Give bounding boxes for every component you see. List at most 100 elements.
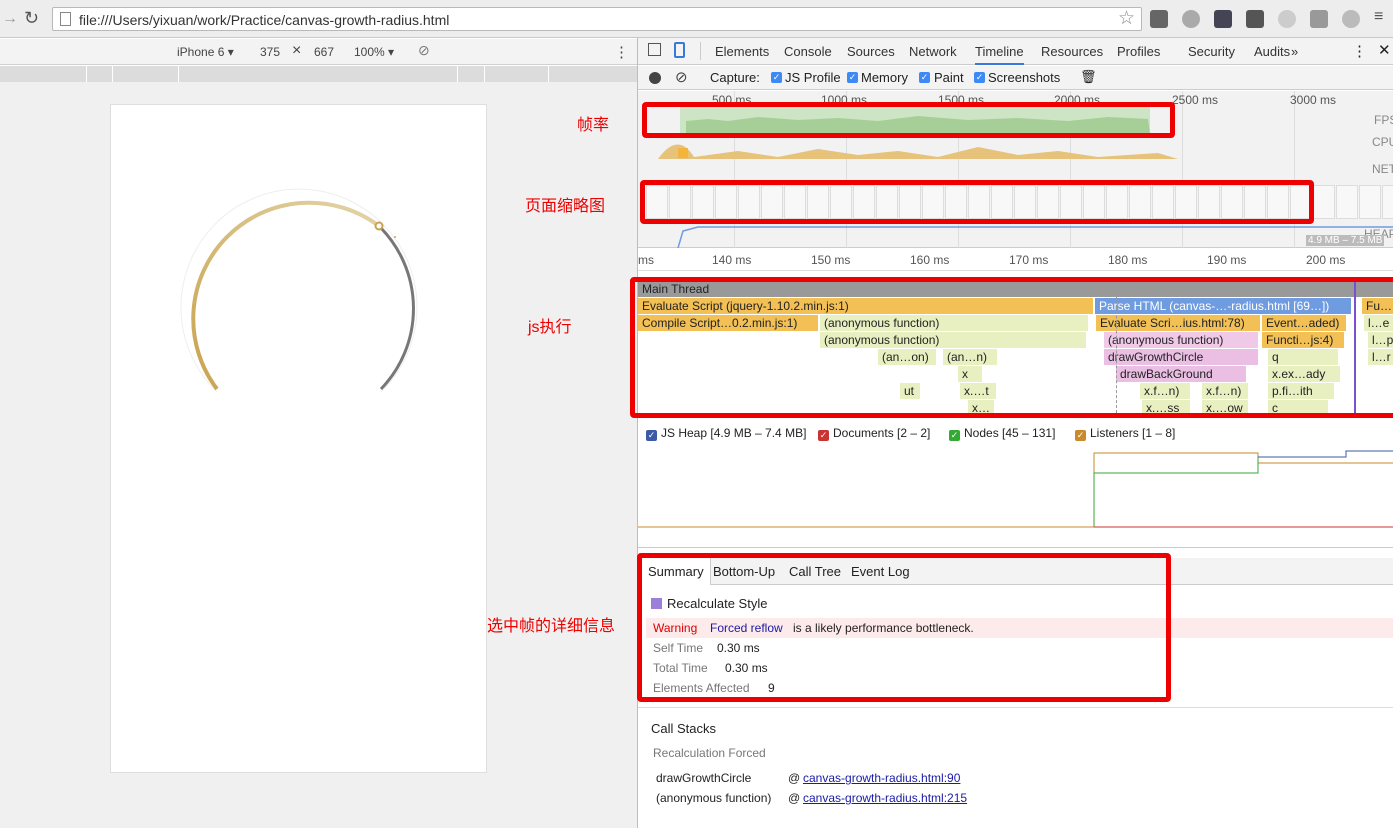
listeners-checkbox[interactable]: ✓ — [1075, 430, 1086, 441]
stack-source-link[interactable]: canvas-growth-radius.html:215 — [803, 791, 967, 805]
tab-sources[interactable]: Sources — [847, 44, 895, 59]
paint-checkbox[interactable]: ✓ — [919, 72, 930, 83]
dimension-times-icon: × — [292, 42, 302, 59]
gold-progress-arc — [191, 200, 381, 391]
more-tabs-icon[interactable]: » — [1291, 44, 1298, 59]
menu-icon[interactable]: ≡ — [1374, 8, 1383, 26]
gear-extension-icon[interactable] — [1342, 10, 1360, 28]
documents-checkbox[interactable]: ✓ — [818, 430, 829, 441]
divider — [700, 42, 701, 60]
device-width[interactable]: 375 — [260, 45, 280, 59]
address-bar[interactable]: file:///Users/yixuan/work/Practice/canva… — [52, 7, 1142, 31]
js-heap-label: JS Heap [4.9 MB – 7.4 MB] — [661, 426, 807, 440]
tab-security[interactable]: Security — [1188, 44, 1235, 59]
detail-highlight-box — [637, 553, 1171, 702]
screenshots-checkbox[interactable]: ✓ — [974, 72, 985, 83]
trash-icon[interactable]: 🗑 — [1080, 69, 1097, 85]
progress-dot — [394, 236, 396, 238]
devtools-menu-icon[interactable]: ⋮ — [1352, 42, 1367, 60]
nodes-checkbox[interactable]: ✓ — [949, 430, 960, 441]
zoom-select[interactable]: 100% ▾ — [354, 45, 394, 59]
globe-extension-icon[interactable] — [1182, 10, 1200, 28]
stack-function: (anonymous function) — [656, 791, 772, 805]
memory-counters: ✓ JS Heap [4.9 MB – 7.4 MB] ✓ Documents [2… — [638, 423, 1393, 443]
filmstrip-frame[interactable] — [1313, 185, 1335, 219]
memory-label: Memory — [861, 70, 908, 85]
annotation-fps: 帧率 — [577, 117, 610, 134]
background-arc — [180, 188, 418, 393]
filmstrip-highlight-box — [640, 180, 1314, 224]
device-name: iPhone 6 — [177, 45, 225, 59]
progress-knob — [374, 221, 384, 231]
stack-function: drawGrowthCircle — [656, 771, 752, 785]
zoom-value: 100% — [354, 45, 385, 59]
device-select[interactable]: iPhone 6 ▾ — [177, 45, 234, 59]
tab-elements[interactable]: Elements — [715, 44, 769, 59]
annotation-detail: 选中帧的详细信息 — [487, 618, 616, 635]
forward-icon[interactable]: → — [2, 10, 18, 28]
growth-radius-canvas — [180, 188, 418, 393]
bookmark-star-icon[interactable]: ☆ — [1118, 7, 1135, 30]
device-toolbar: iPhone 6 ▾ 375 × 667 100% ▾ ⊘ ⋮ — [0, 39, 637, 65]
documents-label: Documents [2 – 2] — [833, 426, 931, 440]
tab-console[interactable]: Console — [784, 44, 832, 59]
ruler-tick: 200 ms — [1306, 253, 1346, 267]
inspect-icon[interactable] — [648, 43, 661, 56]
capture-toolbar: ⊘ Capture: ✓ JS Profile ✓ Memory ✓ Paint… — [638, 66, 1393, 90]
devtools-panel: Elements Console Sources Network Timelin… — [637, 38, 1393, 828]
recalculation-forced-label: Recalculation Forced — [653, 746, 766, 760]
annotation-js: js执行 — [528, 319, 572, 336]
emulated-device-screen — [110, 104, 487, 773]
qr-extension-icon[interactable] — [1310, 10, 1328, 28]
stack-at: @ — [788, 771, 801, 785]
ruler-tick: ms — [638, 253, 654, 267]
more-options-icon[interactable]: ⋮ — [614, 43, 629, 61]
chart-extension-icon[interactable] — [1150, 10, 1168, 28]
call-stacks-title: Call Stacks — [651, 721, 717, 736]
tab-timeline[interactable]: Timeline — [975, 44, 1024, 65]
rotate-icon[interactable]: ⊘ — [418, 42, 430, 59]
counter-lines — [638, 450, 1393, 528]
nodes-counter[interactable]: ✓ Nodes [45 – 131] — [949, 426, 1055, 441]
ruler-tick: 150 ms — [811, 253, 851, 267]
ruler-tick: 190 ms — [1207, 253, 1247, 267]
ruler-tick: 160 ms — [910, 253, 950, 267]
url-text: file:///Users/yixuan/work/Practice/canva… — [79, 12, 450, 28]
paint-label: Paint — [934, 70, 964, 85]
listeners-label: Listeners [1 – 8] — [1090, 426, 1176, 440]
grid-extension-icon[interactable] — [1214, 10, 1232, 28]
clear-icon[interactable]: ⊘ — [675, 68, 688, 86]
pocket-extension-icon[interactable] — [1246, 10, 1264, 28]
ruler-tick: 140 ms — [712, 253, 752, 267]
device-mode-icon[interactable] — [674, 42, 685, 58]
js-heap-checkbox[interactable]: ✓ — [646, 430, 657, 441]
js-profile-checkbox[interactable]: ✓ — [771, 72, 782, 83]
documents-counter[interactable]: ✓ Documents [2 – 2] — [818, 426, 930, 441]
devtools-tabbar: Elements Console Sources Network Timelin… — [638, 38, 1393, 65]
filmstrip-frame[interactable] — [1359, 185, 1381, 219]
ruler-tick: 180 ms — [1108, 253, 1148, 267]
close-devtools-icon[interactable]: ✕ — [1378, 41, 1391, 59]
reload-icon[interactable]: ↻ — [24, 8, 39, 29]
tab-audits[interactable]: Audits — [1254, 44, 1290, 59]
capture-label: Capture: — [710, 70, 760, 85]
screenshots-label: Screenshots — [988, 70, 1061, 85]
fps-highlight-box — [642, 102, 1175, 138]
leaf-extension-icon[interactable] — [1278, 10, 1296, 28]
memory-checkbox[interactable]: ✓ — [847, 72, 858, 83]
filmstrip-frame[interactable] — [1382, 185, 1393, 219]
tab-resources[interactable]: Resources — [1041, 44, 1103, 59]
browser-toolbar: → ↻ file:///Users/yixuan/work/Practice/c… — [0, 0, 1393, 38]
record-icon[interactable] — [649, 72, 661, 84]
media-query-ruler[interactable] — [0, 66, 637, 82]
stack-source-link[interactable]: canvas-growth-radius.html:90 — [803, 771, 960, 785]
gray-remaining-arc — [377, 224, 415, 391]
filmstrip-frame[interactable] — [1336, 185, 1358, 219]
device-height[interactable]: 667 — [314, 45, 334, 59]
js-heap-counter[interactable]: ✓ JS Heap [4.9 MB – 7.4 MB] — [646, 426, 806, 441]
flamechart-ruler: ms 140 ms 150 ms 160 ms 170 ms 180 ms 19… — [638, 249, 1393, 271]
tab-network[interactable]: Network — [909, 44, 957, 59]
listeners-counter[interactable]: ✓ Listeners [1 – 8] — [1075, 426, 1175, 441]
tab-profiles[interactable]: Profiles — [1117, 44, 1160, 59]
js-profile-label: JS Profile — [785, 70, 841, 85]
